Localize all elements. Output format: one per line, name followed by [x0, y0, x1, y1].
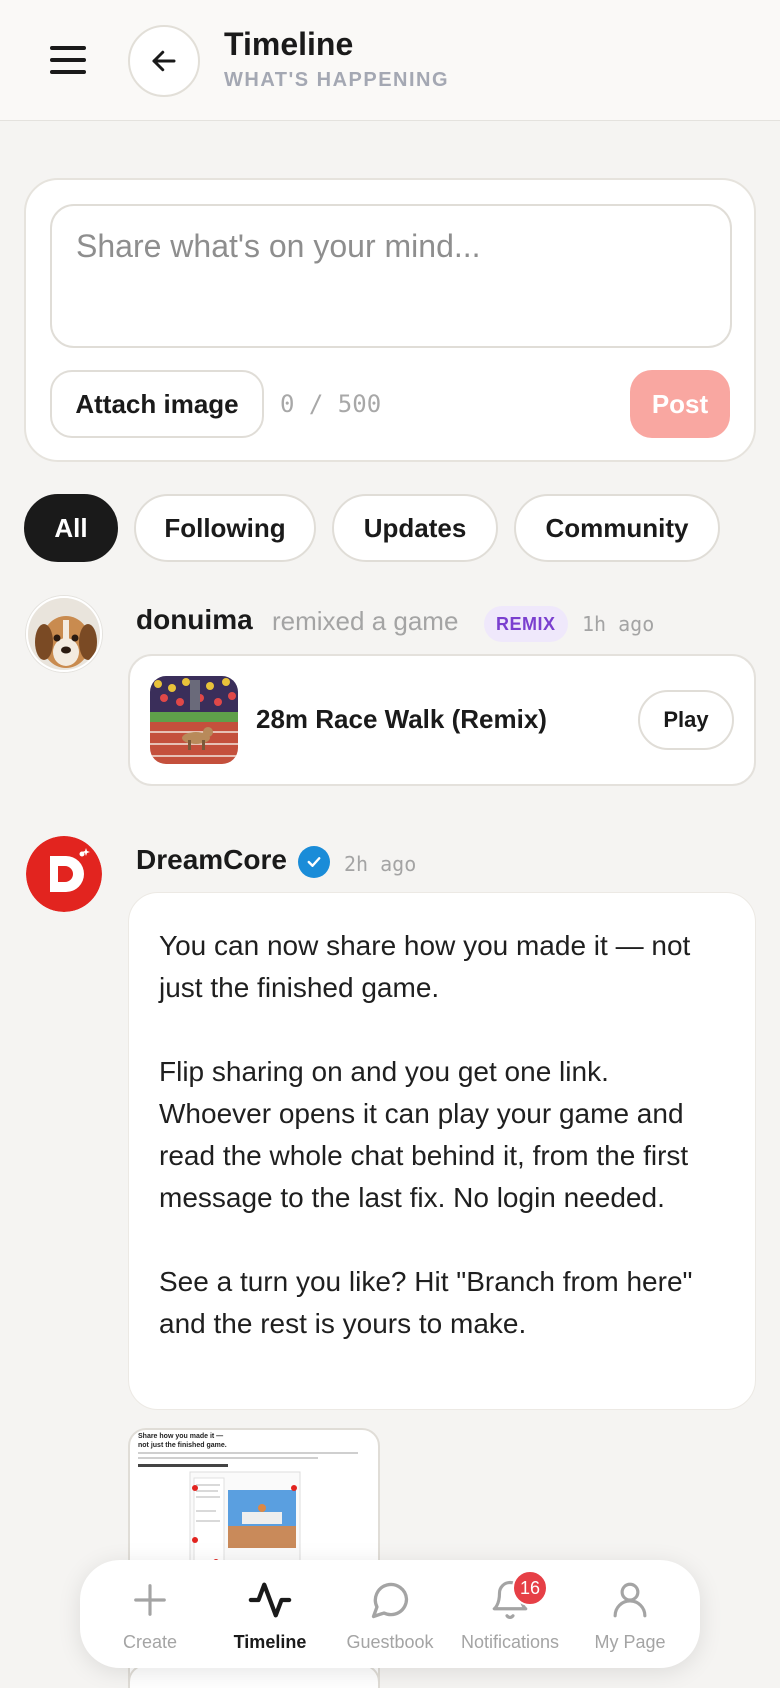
- nav-timeline[interactable]: Timeline: [210, 1560, 330, 1668]
- feed-user-name[interactable]: donuima: [136, 604, 253, 636]
- dreamcore-logo-icon: [26, 836, 102, 912]
- feed-user-name[interactable]: DreamCore: [136, 844, 287, 876]
- tab-updates[interactable]: Updates: [332, 494, 498, 562]
- nav-my-page[interactable]: My Page: [570, 1560, 690, 1668]
- nav-label: Notifications: [460, 1632, 560, 1652]
- remix-badge: REMIX: [484, 606, 568, 642]
- character-count: 0 / 500: [280, 390, 382, 418]
- notification-count-badge: 16: [512, 1570, 548, 1606]
- nav-label: Timeline: [233, 1632, 307, 1652]
- avatar[interactable]: [26, 596, 102, 672]
- nav-label: Create: [122, 1632, 178, 1652]
- bell-icon: 16: [486, 1570, 548, 1624]
- feed-timestamp: 1h ago: [582, 612, 655, 636]
- page-subtitle: WHAT'S HAPPENING: [224, 69, 450, 91]
- post-paragraph: See a turn you like? Hit "Branch from he…: [159, 1266, 693, 1339]
- post-composer: Share what's on your mind... Attach imag…: [24, 178, 756, 462]
- tab-all[interactable]: All: [24, 494, 118, 562]
- arrow-left-icon: [152, 50, 176, 72]
- feed-timestamp: 2h ago: [344, 852, 417, 876]
- game-title: 28m Race Walk (Remix): [256, 704, 547, 734]
- person-icon: [606, 1576, 654, 1624]
- post-paragraph: Flip sharing on and you get one link. Wh…: [159, 1056, 689, 1213]
- pulse-icon: [246, 1576, 294, 1624]
- page-title: Timeline: [224, 26, 354, 62]
- game-thumbnail: [150, 676, 238, 764]
- nav-label: My Page: [594, 1632, 666, 1652]
- feed-action-text: remixed a game: [272, 606, 459, 636]
- post-button[interactable]: Post: [630, 370, 730, 438]
- verified-badge-icon: [298, 846, 330, 878]
- chat-bubble-icon: [366, 1576, 414, 1624]
- nav-notifications[interactable]: 16 Notifications: [450, 1560, 570, 1668]
- nav-create[interactable]: Create: [90, 1560, 210, 1668]
- screenshot-heading: Share how you made it — not just the fin…: [138, 1433, 227, 1449]
- tab-community[interactable]: Community: [514, 494, 720, 562]
- top-header: Timeline WHAT'S HAPPENING: [0, 0, 780, 121]
- plus-icon: [126, 1576, 174, 1624]
- play-button[interactable]: Play: [638, 690, 734, 750]
- post-paragraph: You can now share how you made it — not …: [159, 930, 691, 1003]
- post-input[interactable]: Share what's on your mind...: [50, 204, 732, 348]
- bottom-navigation: Create Timeline Guestbook 16 Notificatio…: [80, 1560, 700, 1668]
- hamburger-menu-icon[interactable]: [48, 44, 88, 76]
- avatar[interactable]: [26, 836, 102, 912]
- post-body: You can now share how you made it — not …: [128, 892, 756, 1410]
- game-card[interactable]: 28m Race Walk (Remix) Play: [128, 654, 756, 786]
- back-button[interactable]: [128, 25, 200, 97]
- dog-avatar-image: [28, 598, 100, 670]
- nav-label: Guestbook: [346, 1632, 434, 1652]
- nav-guestbook[interactable]: Guestbook: [330, 1560, 450, 1668]
- tab-following[interactable]: Following: [134, 494, 316, 562]
- attach-image-button[interactable]: Attach image: [50, 370, 264, 438]
